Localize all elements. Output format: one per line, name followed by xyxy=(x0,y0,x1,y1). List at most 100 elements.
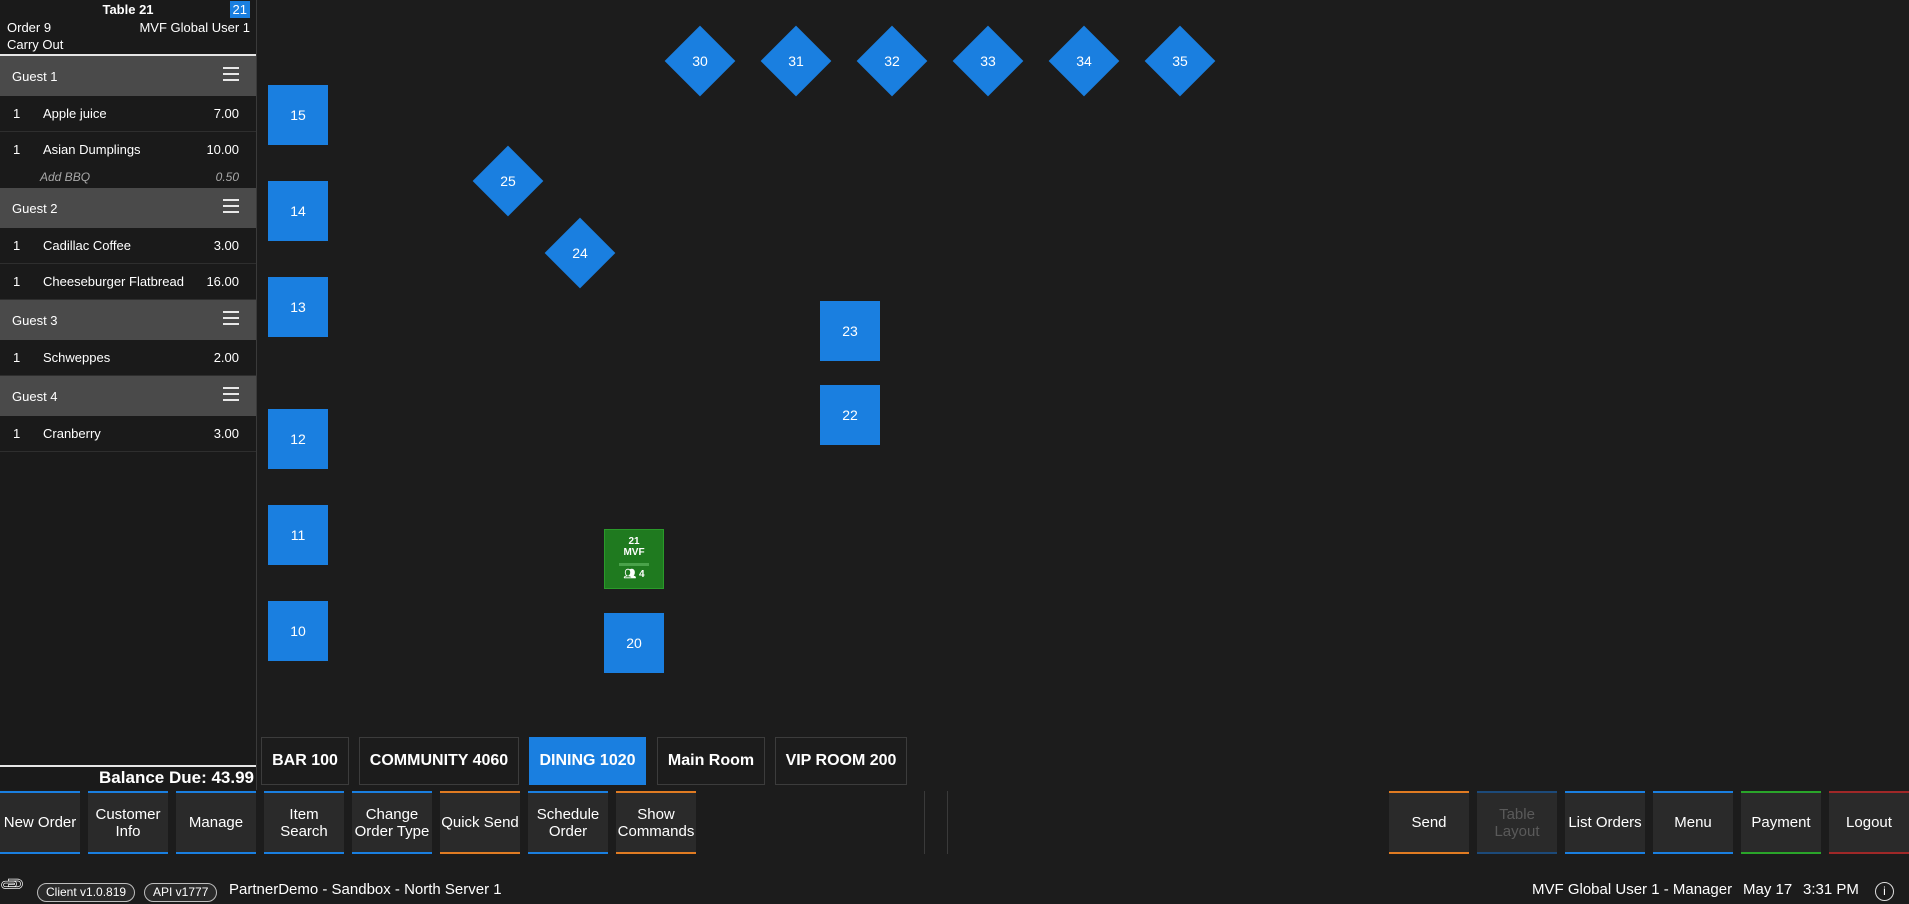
table-33[interactable]: 33 xyxy=(952,25,1024,97)
guest-header[interactable]: Guest 4 xyxy=(0,376,256,416)
room-tab-dining[interactable]: DINING 1020 xyxy=(529,737,646,785)
table-20[interactable]: 20 xyxy=(604,613,664,673)
button-label-line2: Order Type xyxy=(354,822,430,840)
room-tab-community[interactable]: COMMUNITY 4060 xyxy=(359,737,519,785)
button-label: List Orders xyxy=(1568,814,1642,831)
occupied-table-number: 21 xyxy=(628,536,640,547)
guest-name: Guest 1 xyxy=(12,68,58,84)
item-search-button[interactable]: Item Search xyxy=(264,791,344,854)
order-item-row[interactable]: 1 Cadillac Coffee 3.00 xyxy=(0,228,256,264)
hamburger-icon[interactable] xyxy=(223,199,239,213)
table-number: 31 xyxy=(788,53,804,69)
guest-name: Guest 2 xyxy=(12,200,58,216)
order-item-row[interactable]: 1 Asian Dumplings 10.00 xyxy=(0,132,256,167)
guest-header[interactable]: Guest 2 xyxy=(0,188,256,228)
button-label-line2: Info xyxy=(115,822,141,840)
schedule-order-button[interactable]: Schedule Order xyxy=(528,791,608,854)
item-price: 16.00 xyxy=(206,274,239,289)
quick-send-button[interactable]: Quick Send xyxy=(440,791,520,854)
toolbar-divider xyxy=(924,791,925,854)
order-item-row[interactable]: 1 Apple juice 7.00 xyxy=(0,96,256,132)
table-30[interactable]: 30 xyxy=(664,25,736,97)
table-21-occupied[interactable]: 21 MVF ▬▬▬ 👥︎ 4 xyxy=(604,529,664,589)
table-13[interactable]: 13 xyxy=(268,277,328,337)
table-layout-button[interactable]: Table Layout xyxy=(1477,791,1557,854)
guest-header[interactable]: Guest 1 xyxy=(0,56,256,96)
button-label-line2: Search xyxy=(280,822,328,840)
button-label-line2: Commands xyxy=(617,822,695,840)
button-label: Payment xyxy=(1751,814,1811,831)
show-commands-button[interactable]: Show Commands xyxy=(616,791,696,854)
hamburger-icon[interactable] xyxy=(223,387,239,401)
table-12[interactable]: 12 xyxy=(268,409,328,469)
item-qty: 1 xyxy=(13,238,21,253)
server-name: PartnerDemo - Sandbox - North Server 1 xyxy=(229,881,502,898)
table-15[interactable]: 15 xyxy=(268,85,328,145)
table-number: 35 xyxy=(1172,53,1188,69)
button-label: Send xyxy=(1411,814,1447,831)
order-panel: Table 21 21 Order 9 MVF Global User 1 Ca… xyxy=(0,0,257,790)
button-label-line1: Schedule xyxy=(536,805,600,823)
table-32[interactable]: 32 xyxy=(856,25,928,97)
payment-button[interactable]: Payment xyxy=(1741,791,1821,854)
paperclip-icon[interactable]: 📎︎ xyxy=(0,870,28,899)
item-qty: 1 xyxy=(13,350,21,365)
guest-header[interactable]: Guest 3 xyxy=(0,300,256,340)
customer-info-button[interactable]: Customer Info xyxy=(88,791,168,854)
table-14[interactable]: 14 xyxy=(268,181,328,241)
send-button[interactable]: Send xyxy=(1389,791,1469,854)
table-31[interactable]: 31 xyxy=(760,25,832,97)
item-price: 2.00 xyxy=(213,350,239,365)
item-price: 3.00 xyxy=(213,426,239,441)
guest-name: Guest 3 xyxy=(12,312,58,328)
item-name: Apple juice xyxy=(43,106,107,121)
order-item-row[interactable]: 1 Cranberry 3.00 xyxy=(0,416,256,452)
menu-button[interactable]: Menu xyxy=(1653,791,1733,854)
table-10[interactable]: 10 xyxy=(268,601,328,661)
order-header: Table 21 21 Order 9 MVF Global User 1 Ca… xyxy=(0,0,256,56)
button-label: Logout xyxy=(1846,814,1892,831)
hamburger-icon[interactable] xyxy=(223,311,239,325)
table-23[interactable]: 23 xyxy=(820,301,880,361)
table-34[interactable]: 34 xyxy=(1048,25,1120,97)
hamburger-icon[interactable] xyxy=(223,67,239,81)
room-tab-vip-room[interactable]: VIP ROOM 200 xyxy=(775,737,907,785)
modifier-row[interactable]: Add BBQ 0.50 xyxy=(0,167,256,188)
list-orders-button[interactable]: List Orders xyxy=(1565,791,1645,854)
item-name: Cranberry xyxy=(43,426,101,441)
item-name: Cheeseburger Flatbread xyxy=(43,274,184,289)
status-bar: 📎︎ Client v1.0.819 API v1777 PartnerDemo… xyxy=(0,870,1909,904)
table-22[interactable]: 22 xyxy=(820,385,880,445)
item-qty: 1 xyxy=(13,274,21,289)
table-24[interactable]: 24 xyxy=(544,217,616,289)
item-name: Schweppes xyxy=(43,350,111,365)
change-order-type-button[interactable]: Change Order Type xyxy=(352,791,432,854)
order-item-row[interactable]: 1 Schweppes 2.00 xyxy=(0,340,256,376)
guest-name: Guest 4 xyxy=(12,388,58,404)
new-order-button[interactable]: New Order xyxy=(0,791,80,854)
room-tab-main-room[interactable]: Main Room xyxy=(657,737,765,785)
button-label-line1: Show xyxy=(637,805,675,823)
item-price: 3.00 xyxy=(213,238,239,253)
api-version-badge: API v1777 xyxy=(144,883,218,902)
table-label: Table 21 xyxy=(102,2,154,17)
order-item-row[interactable]: 1 Cheeseburger Flatbread 16.00 xyxy=(0,264,256,300)
item-price: 10.00 xyxy=(206,142,239,157)
status-time: 3:31 PM xyxy=(1803,881,1859,898)
button-label: Menu xyxy=(1674,814,1712,831)
logout-button[interactable]: Logout xyxy=(1829,791,1909,854)
occupied-table-guests: 👥︎ 4 xyxy=(605,569,663,580)
table-number-badge: 21 xyxy=(229,1,250,18)
table-number: 30 xyxy=(692,53,708,69)
button-label-line2: Layout xyxy=(1494,822,1540,840)
table-number: 32 xyxy=(884,53,900,69)
info-icon[interactable]: i xyxy=(1875,882,1894,901)
table-11[interactable]: 11 xyxy=(268,505,328,565)
table-25[interactable]: 25 xyxy=(472,145,544,217)
table-35[interactable]: 35 xyxy=(1144,25,1216,97)
occupied-table-server: MVF xyxy=(623,547,645,558)
button-label-line2: Order xyxy=(548,822,588,840)
room-tab-bar[interactable]: BAR 100 xyxy=(261,737,349,785)
manage-button[interactable]: Manage xyxy=(176,791,256,854)
table-number: 24 xyxy=(572,245,588,261)
